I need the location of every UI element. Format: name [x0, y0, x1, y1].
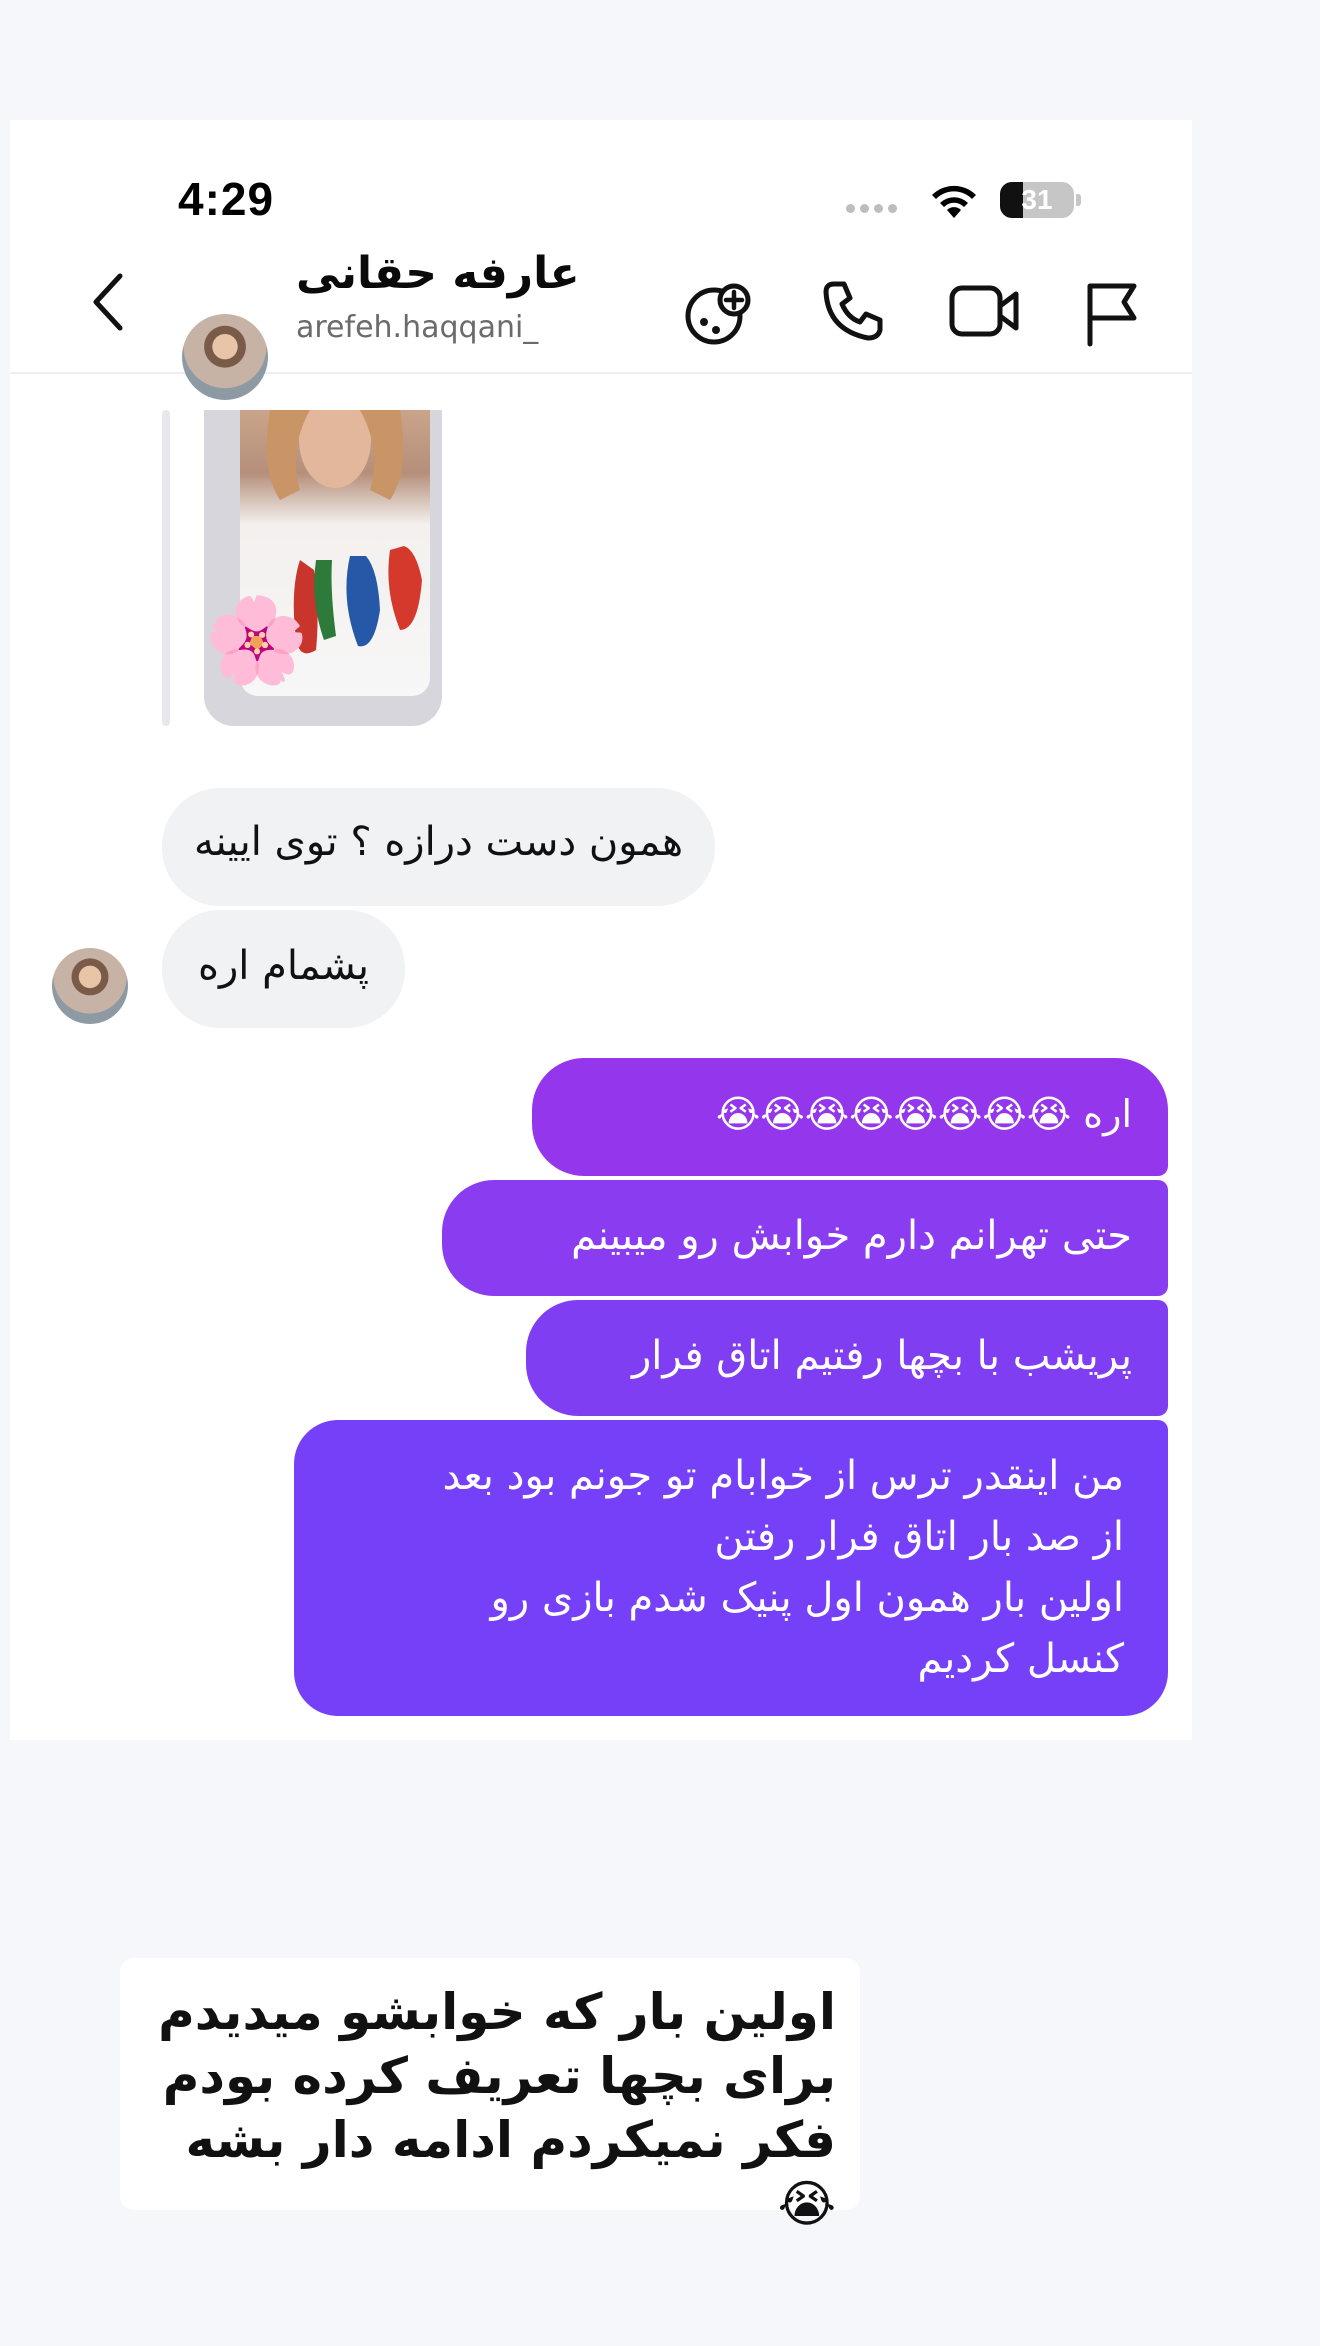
story-caption-box: اولین بار که خوابشو میدیدم برای بچها تعر… — [120, 1958, 860, 2233]
dm-screenshot: 4:29 31 عارفه حقانی arefeh.haqqani_ 🌸 هم… — [10, 120, 1192, 1740]
cellular-signal-icon — [846, 204, 897, 213]
story-caption: اولین بار که خوابشو میدیدم برای بچها تعر… — [158, 1983, 836, 2233]
back-icon[interactable] — [88, 272, 128, 332]
shared-post-preview[interactable]: 🌸 — [204, 410, 442, 726]
contact-username[interactable]: arefeh.haqqani_ — [296, 310, 538, 345]
outgoing-message[interactable]: پریشب با بچها رفتیم اتاق فرار — [526, 1300, 1168, 1416]
games-icon[interactable] — [682, 278, 754, 348]
incoming-message[interactable]: پشمام اره — [162, 910, 405, 1028]
reply-indicator — [162, 410, 170, 726]
flag-icon[interactable] — [1080, 278, 1144, 348]
background-strip — [1192, 0, 1320, 2346]
flower-sticker: 🌸 — [204, 591, 309, 689]
battery-level: 31 — [1021, 184, 1053, 215]
outgoing-message[interactable]: من اینقدر ترس از خوابام تو جونم بود بعد … — [294, 1420, 1168, 1716]
incoming-message[interactable]: همون دست درازه ؟ توی ایینه — [162, 788, 716, 906]
status-time: 4:29 — [178, 173, 275, 225]
outgoing-message[interactable]: حتی تهرانم دارم خوابش رو میبینم — [442, 1180, 1168, 1296]
contact-avatar[interactable] — [182, 314, 268, 400]
phone-icon[interactable] — [820, 278, 886, 344]
battery-icon: 31 — [1000, 182, 1074, 218]
outgoing-message[interactable]: اره 😭😭😭😭😭😭😭😭 — [532, 1058, 1168, 1176]
contact-name[interactable]: عارفه حقانی — [296, 248, 580, 299]
wifi-icon — [932, 185, 976, 218]
sender-avatar[interactable] — [52, 948, 128, 1024]
video-icon[interactable] — [948, 278, 1022, 344]
status-bar: 4:29 31 — [10, 120, 1192, 230]
